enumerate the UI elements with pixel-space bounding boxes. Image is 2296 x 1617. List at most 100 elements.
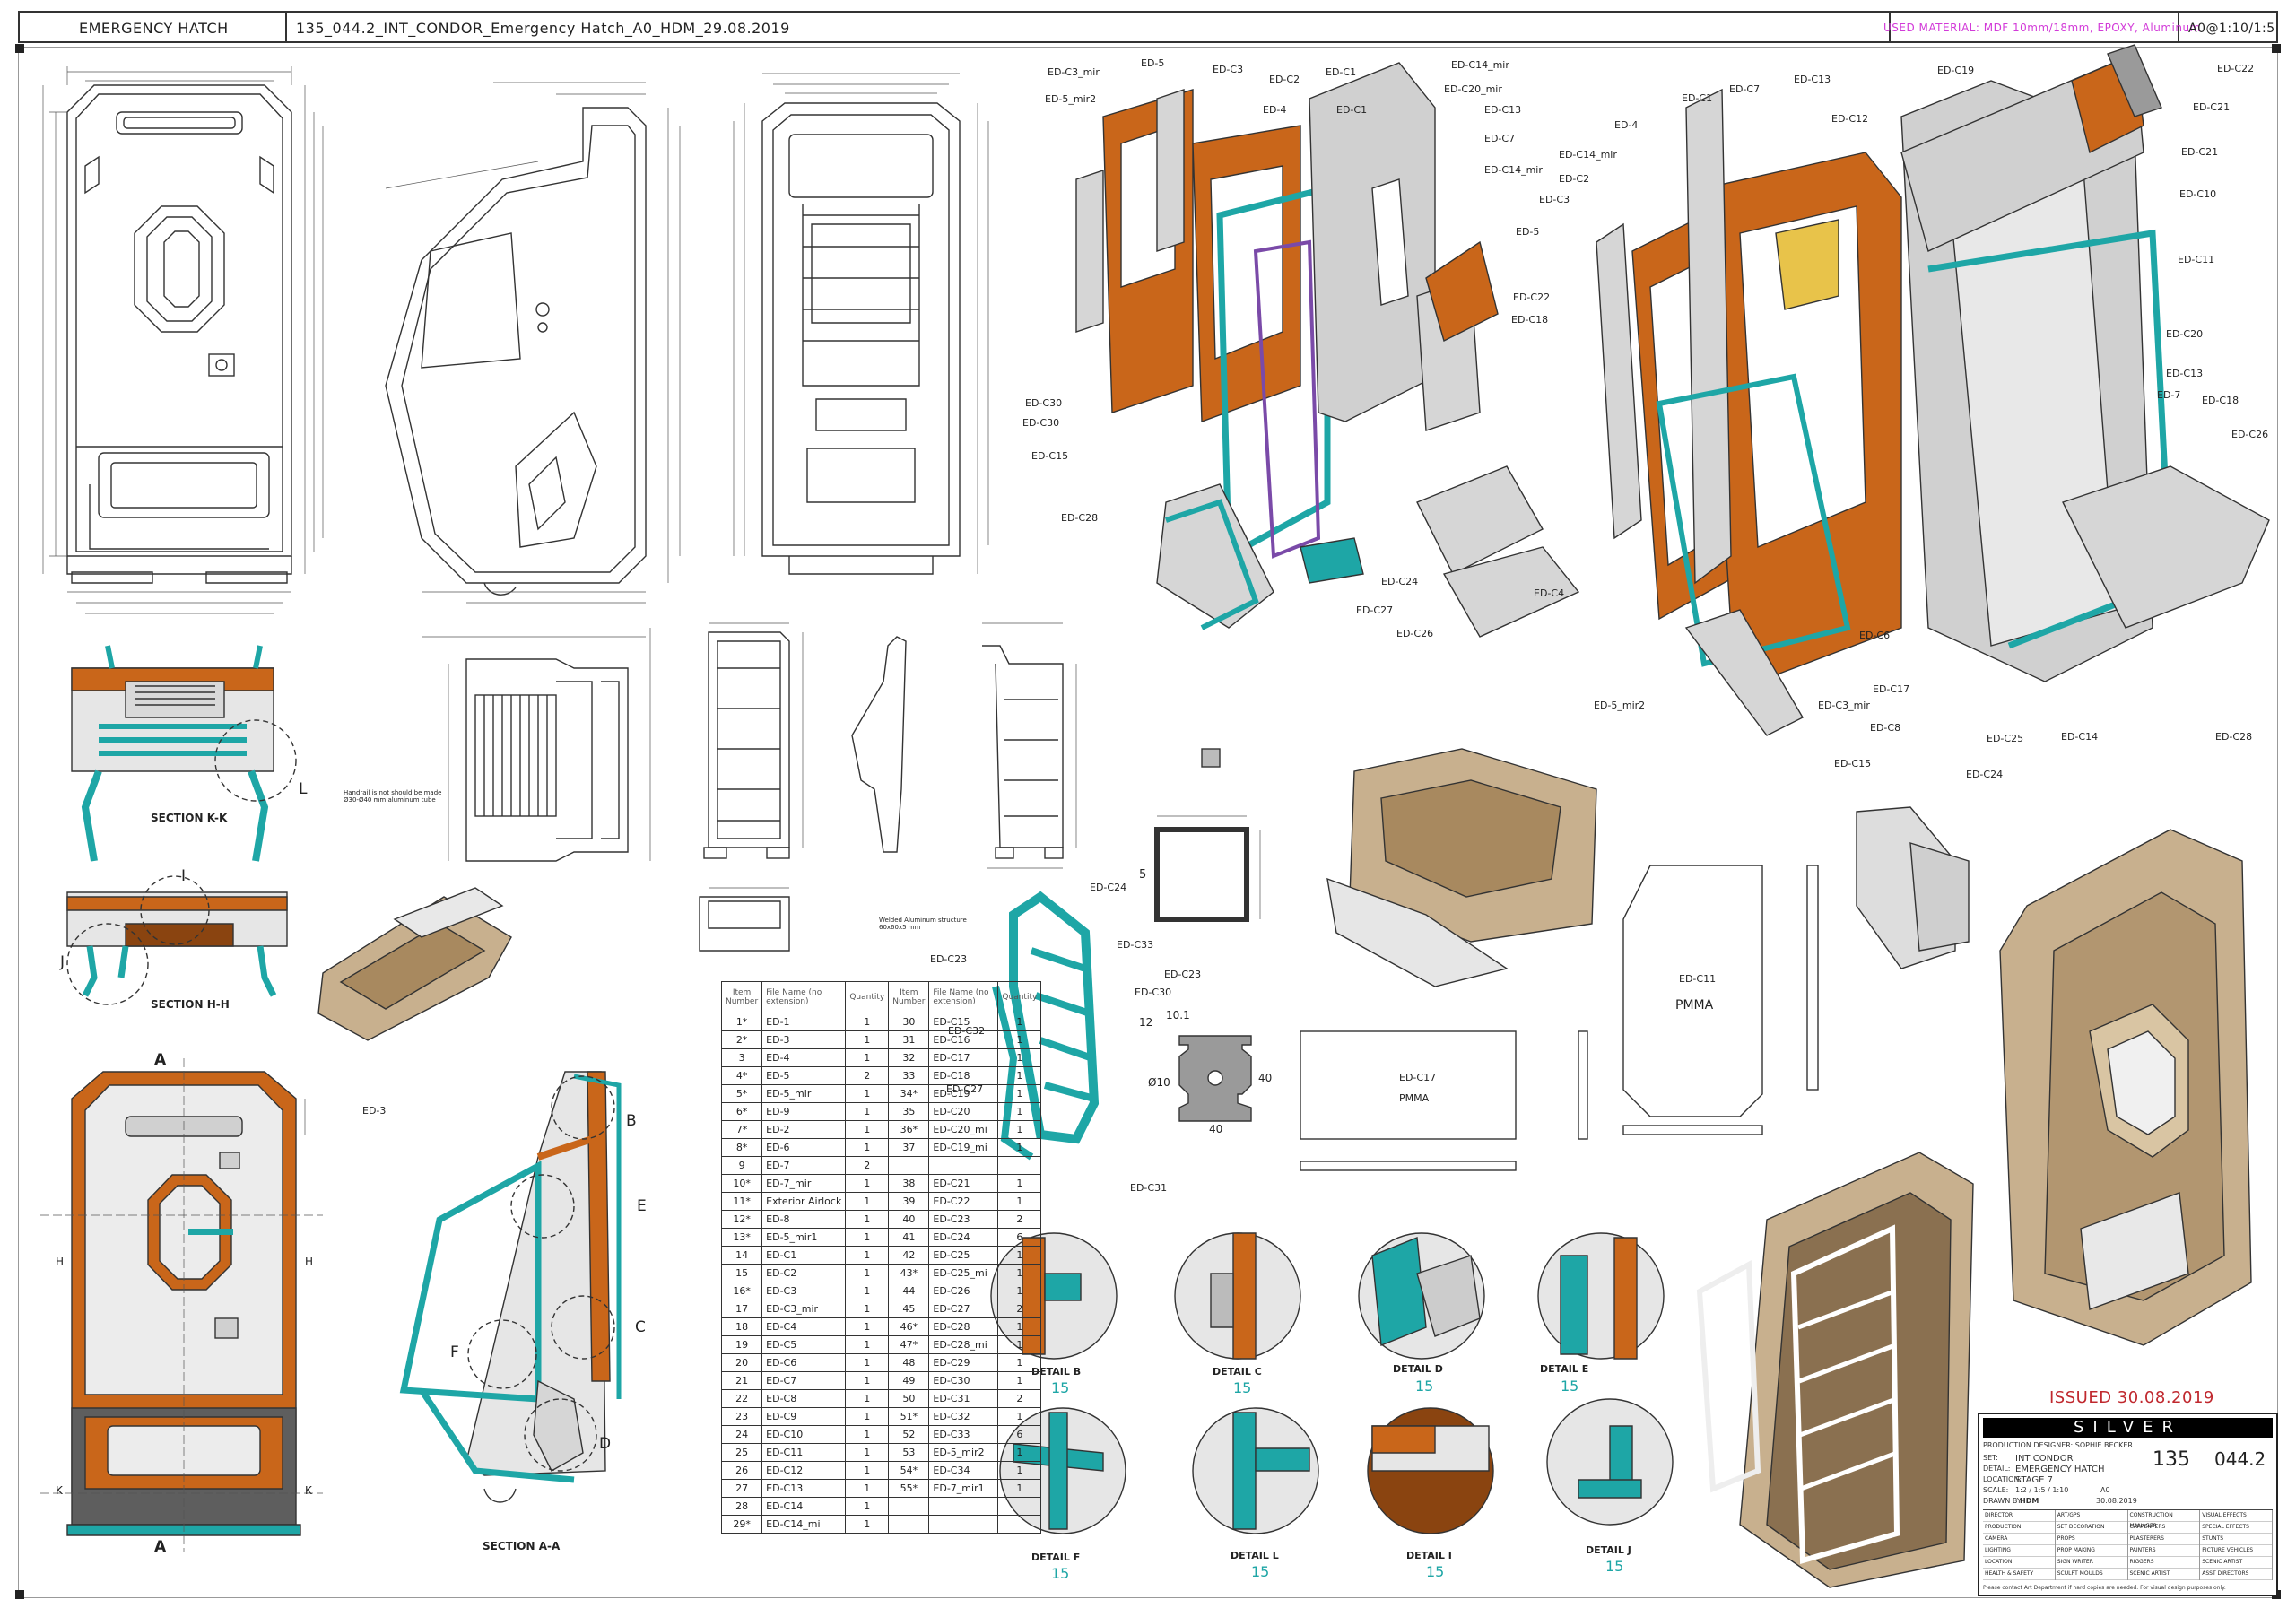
table-cell: 50 bbox=[888, 1389, 930, 1408]
table-cell: 6 bbox=[997, 1425, 1042, 1444]
department-entry: ART/GPS bbox=[2055, 1510, 2127, 1522]
table-cell: 42 bbox=[888, 1246, 930, 1265]
table-row: 15 ED-C2 1 43* ED-C25_mi 1 bbox=[720, 1264, 1042, 1282]
table-cell: ED-8 bbox=[761, 1210, 847, 1229]
table-cell: 54* bbox=[888, 1461, 930, 1480]
technical-drawing bbox=[40, 44, 2270, 1588]
table-cell: 1 bbox=[845, 1389, 890, 1408]
table-cell: 25 bbox=[720, 1443, 763, 1462]
table-cell: ED-C31 bbox=[928, 1389, 999, 1408]
department-columns: DIRECTOR PRODUCTION CAMERA LIGHTING LOCATION… bbox=[1983, 1510, 2273, 1580]
table-cell: ED-C23 bbox=[928, 1210, 999, 1229]
table-row: 6* ED-9 1 35 ED-C20 1 bbox=[720, 1102, 1042, 1121]
department-entry: SPECIAL EFFECTS bbox=[2200, 1522, 2272, 1534]
table-cell bbox=[928, 1156, 999, 1175]
set-number: 135 bbox=[2152, 1448, 2190, 1471]
table-cell: 35 bbox=[888, 1102, 930, 1121]
footer-note: Please contact Art Department if hard co… bbox=[1983, 1585, 2226, 1591]
table-cell: 1 bbox=[845, 1443, 890, 1462]
table-row: 9 ED-7 2 bbox=[720, 1156, 1042, 1175]
table-cell: 7* bbox=[720, 1120, 763, 1139]
scale-label: SCALE: bbox=[1983, 1486, 2009, 1494]
table-cell: 29* bbox=[720, 1515, 763, 1534]
table-header-cell: File Name (no extension) bbox=[928, 981, 999, 1013]
table-cell: 2 bbox=[845, 1156, 890, 1175]
back-view bbox=[733, 73, 989, 575]
department-column: CONSTRUCTION MANAGER CARPENTERS PLASTERERS… bbox=[2127, 1510, 2201, 1580]
table-row: 2* ED-3 1 31 ED-C16 1 bbox=[720, 1030, 1042, 1049]
table-cell: ED-C9 bbox=[761, 1407, 847, 1426]
table-cell: 30 bbox=[888, 1013, 930, 1031]
table-cell: 1 bbox=[997, 1138, 1042, 1157]
table-cell: ED-C24 bbox=[928, 1228, 999, 1247]
detail-l bbox=[1192, 1407, 1319, 1534]
set-label: SET: bbox=[1983, 1454, 1998, 1462]
table-cell: 1 bbox=[845, 1138, 890, 1157]
table-cell bbox=[888, 1156, 930, 1175]
table-cell: ED-C22 bbox=[928, 1192, 999, 1211]
table-cell: ED-6 bbox=[761, 1138, 847, 1157]
department-entry: CONSTRUCTION MANAGER bbox=[2127, 1510, 2200, 1529]
table-cell: 44 bbox=[888, 1282, 930, 1300]
department-entry: SCENIC ARTIST bbox=[2127, 1569, 2200, 1580]
table-cell: ED-C14_mi bbox=[761, 1515, 847, 1534]
table-cell: 1 bbox=[997, 1030, 1042, 1049]
table-cell: 37 bbox=[888, 1138, 930, 1157]
department-entry: PLASTERERS bbox=[2127, 1534, 2200, 1545]
table-cell: 53 bbox=[888, 1443, 930, 1462]
table-row: 17 ED-C3_mir 1 45 ED-C27 2 bbox=[720, 1300, 1042, 1318]
table-cell: ED-3 bbox=[761, 1030, 847, 1049]
brand-name: SILVER bbox=[2074, 1418, 2182, 1437]
table-cell bbox=[888, 1515, 930, 1534]
table-cell: 1* bbox=[720, 1013, 763, 1031]
table-cell: 46* bbox=[888, 1317, 930, 1336]
title-block: SILVER PRODUCTION DESIGNER: SOPHIE BECKE… bbox=[1978, 1413, 2278, 1596]
table-cell: 8* bbox=[720, 1138, 763, 1157]
table-cell: 1 bbox=[845, 1353, 890, 1372]
department-entry: CAMERA bbox=[1983, 1534, 2055, 1545]
table-cell: ED-C15 bbox=[928, 1013, 999, 1031]
table-row: 11* Exterior Airlock 1 39 ED-C22 1 bbox=[720, 1192, 1042, 1211]
table-cell: 55* bbox=[888, 1479, 930, 1498]
section-hh bbox=[66, 875, 288, 1005]
table-cell: ED-7_mir bbox=[761, 1174, 847, 1193]
table-cell bbox=[997, 1156, 1042, 1175]
table-cell: 51* bbox=[888, 1407, 930, 1426]
table-cell: 19 bbox=[720, 1335, 763, 1354]
table-cell: 1 bbox=[997, 1461, 1042, 1480]
table-cell bbox=[928, 1497, 999, 1516]
table-cell: ED-C19_mi bbox=[928, 1138, 999, 1157]
table-row: 27 ED-C13 1 55* ED-7_mir1 1 bbox=[720, 1479, 1042, 1498]
table-cell: 3 bbox=[720, 1048, 763, 1067]
table-header-cell: Item Number bbox=[888, 981, 930, 1013]
table-cell: ED-C10 bbox=[761, 1425, 847, 1444]
table-cell: 38 bbox=[888, 1174, 930, 1193]
table-cell: ED-C6 bbox=[761, 1353, 847, 1372]
department-column: ART/GPS SET DECORATION PROPS PROP MAKING SIG… bbox=[2055, 1510, 2128, 1580]
department-entry: PICTURE VEHICLES bbox=[2200, 1545, 2272, 1557]
table-header-cell: Quantity bbox=[845, 981, 890, 1013]
department-entry: VISUAL EFFECTS bbox=[2200, 1510, 2272, 1522]
table-cell: 1 bbox=[845, 1407, 890, 1426]
detail-d bbox=[1358, 1232, 1485, 1360]
department-entry: SIGN WRITER bbox=[2055, 1557, 2127, 1569]
table-cell: 1 bbox=[845, 1174, 890, 1193]
department-column: VISUAL EFFECTS SPECIAL EFFECTS STUNTS PICTU… bbox=[2200, 1510, 2273, 1580]
table-row: 14 ED-C1 1 42 ED-C25 1 bbox=[720, 1246, 1042, 1265]
table-cell: ED-C25 bbox=[928, 1246, 999, 1265]
table-cell: 31 bbox=[888, 1030, 930, 1049]
table-cell: ED-C28 bbox=[928, 1317, 999, 1336]
table-cell: 1 bbox=[997, 1353, 1042, 1372]
table-cell: 40 bbox=[888, 1210, 930, 1229]
table-cell: 1 bbox=[997, 1264, 1042, 1282]
table-cell: 28 bbox=[720, 1497, 763, 1516]
table-row: 22 ED-C8 1 50 ED-C31 2 bbox=[720, 1389, 1042, 1408]
brand-bar: SILVER bbox=[1983, 1418, 2273, 1438]
section-kk bbox=[71, 645, 297, 862]
department-entry: PROPS bbox=[2055, 1534, 2127, 1545]
table-cell: 14 bbox=[720, 1246, 763, 1265]
table-cell: ED-C2 bbox=[761, 1264, 847, 1282]
table-row: 1* ED-1 1 30 ED-C15 1 bbox=[720, 1013, 1042, 1031]
table-cell: ED-C25_mi bbox=[928, 1264, 999, 1282]
table-cell: 1 bbox=[845, 1048, 890, 1067]
